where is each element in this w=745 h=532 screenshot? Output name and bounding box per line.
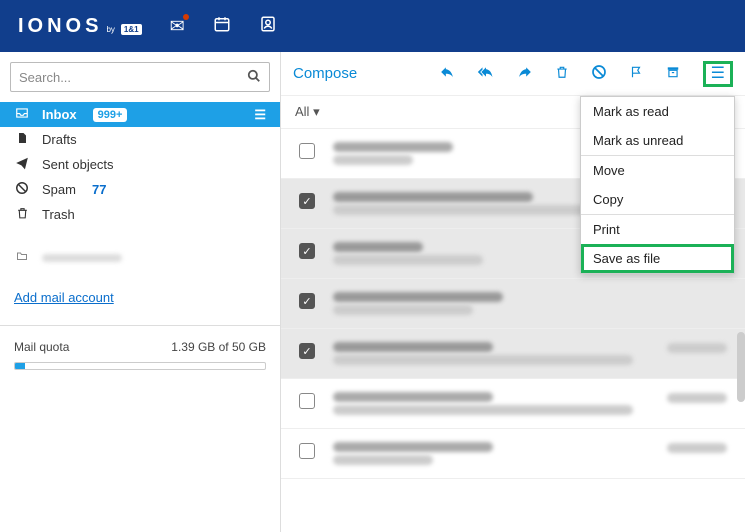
checkbox[interactable]: ✓ xyxy=(299,293,315,309)
folder-trash[interactable]: Trash xyxy=(0,202,280,227)
menu-mark-unread[interactable]: Mark as unread xyxy=(581,126,734,155)
menu-print[interactable]: Print xyxy=(581,215,734,244)
folder-custom[interactable] xyxy=(0,245,280,270)
sidebar: Inbox 999+ ☰ Drafts Sent objects xyxy=(0,52,281,532)
trash-icon xyxy=(14,206,30,223)
filter-all-label: All xyxy=(295,104,309,119)
folder-drafts[interactable]: Drafts xyxy=(0,127,280,152)
brand-sub: 1&1 xyxy=(121,24,142,35)
folder-inbox-badge: 999+ xyxy=(93,108,128,122)
compose-button[interactable]: Compose xyxy=(293,65,357,82)
folder-trash-label: Trash xyxy=(42,207,75,222)
toolbar: Compose ☰ xyxy=(281,52,745,96)
message-row[interactable] xyxy=(281,379,745,429)
folder-sent[interactable]: Sent objects xyxy=(0,152,280,177)
menu-mark-read[interactable]: Mark as read xyxy=(581,97,734,126)
message-date xyxy=(667,393,727,403)
message-row[interactable] xyxy=(281,429,745,479)
menu-move[interactable]: Move xyxy=(581,156,734,185)
folder-inbox[interactable]: Inbox 999+ ☰ xyxy=(0,102,280,127)
folder-sent-label: Sent objects xyxy=(42,157,114,172)
reply-all-icon[interactable] xyxy=(477,65,495,83)
folder-spam-count: 77 xyxy=(92,182,106,197)
checkbox[interactable]: ✓ xyxy=(299,343,315,359)
top-bar: IONOS by 1&1 ✉ xyxy=(0,0,745,52)
message-date xyxy=(667,343,727,353)
quota-row: Mail quota 1.39 GB of 50 GB xyxy=(10,336,270,358)
brand-by: by xyxy=(106,25,114,34)
scrollbar[interactable] xyxy=(737,332,745,402)
menu-copy[interactable]: Copy xyxy=(581,185,734,214)
folder-drafts-label: Drafts xyxy=(42,132,77,147)
folder-spam-label: Spam xyxy=(42,182,76,197)
add-mail-account-link[interactable]: Add mail account xyxy=(10,290,118,305)
folder-icon xyxy=(14,250,30,265)
quota-bar xyxy=(14,362,266,370)
message-row[interactable]: ✓ xyxy=(281,329,745,379)
menu-save-as-file[interactable]: Save as file xyxy=(581,244,734,273)
folder-inbox-label: Inbox xyxy=(42,107,77,122)
checkbox[interactable] xyxy=(299,143,315,159)
archive-icon[interactable] xyxy=(665,65,681,83)
context-menu: Mark as read Mark as unread Move Copy Pr… xyxy=(580,96,735,274)
calendar-icon[interactable] xyxy=(213,15,231,38)
folder-menu-icon[interactable]: ☰ xyxy=(254,107,266,123)
brand-logo: IONOS by 1&1 xyxy=(18,15,142,38)
folder-spam[interactable]: Spam 77 xyxy=(0,177,280,202)
search-box[interactable] xyxy=(10,62,270,92)
spam-icon xyxy=(14,181,30,198)
checkbox[interactable]: ✓ xyxy=(299,243,315,259)
sent-icon xyxy=(14,156,30,173)
brand-name: IONOS xyxy=(18,15,102,38)
checkbox[interactable] xyxy=(299,443,315,459)
forward-icon[interactable] xyxy=(517,65,533,83)
block-icon[interactable] xyxy=(591,64,607,84)
drafts-icon xyxy=(14,131,30,148)
message-date xyxy=(667,443,727,453)
chevron-down-icon: ▾ xyxy=(313,104,320,119)
folder-custom-label xyxy=(42,254,122,262)
checkbox[interactable]: ✓ xyxy=(299,193,315,209)
inbox-icon xyxy=(14,106,30,123)
content-pane: Compose ☰ All ▾ ✓ xyxy=(281,52,745,532)
contacts-icon[interactable] xyxy=(259,15,277,38)
mail-icon[interactable]: ✉ xyxy=(170,16,185,37)
message-row[interactable]: ✓ xyxy=(281,279,745,329)
folder-list: Inbox 999+ ☰ Drafts Sent objects xyxy=(0,102,280,270)
quota-fill xyxy=(15,363,25,369)
quota-value: 1.39 GB of 50 GB xyxy=(171,340,266,354)
sidebar-divider xyxy=(0,325,280,326)
delete-icon[interactable] xyxy=(555,64,569,84)
search-input[interactable] xyxy=(19,70,247,85)
reply-icon[interactable] xyxy=(439,65,455,83)
quota-label: Mail quota xyxy=(14,340,69,354)
more-menu-button[interactable]: ☰ xyxy=(703,61,733,87)
checkbox[interactable] xyxy=(299,393,315,409)
notification-dot xyxy=(183,14,189,20)
flag-icon[interactable] xyxy=(629,64,643,84)
search-icon[interactable] xyxy=(247,69,261,86)
